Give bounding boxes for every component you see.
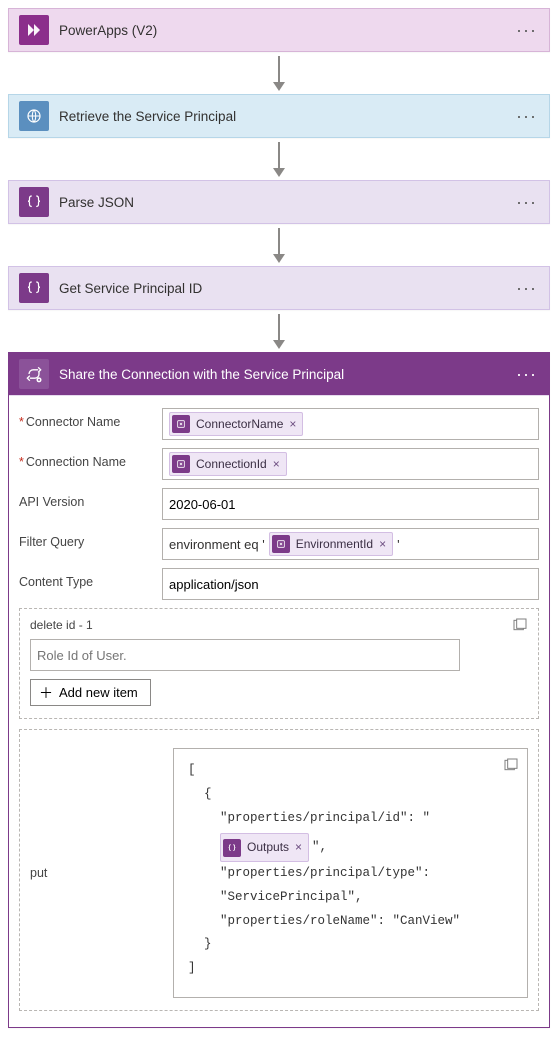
label-content-type: Content Type bbox=[19, 568, 154, 589]
input-put-body[interactable]: [ { "properties/principal/id": " Outputs… bbox=[173, 748, 528, 998]
token-connector-name[interactable]: ConnectorName × bbox=[169, 412, 303, 436]
variable-icon bbox=[272, 535, 290, 553]
token-environment-id[interactable]: EnvironmentId × bbox=[269, 532, 393, 556]
filter-query-suffix: ' bbox=[397, 537, 399, 552]
add-new-item-label: Add new item bbox=[59, 685, 138, 700]
globe-icon bbox=[19, 101, 49, 131]
label-filter-query: Filter Query bbox=[19, 528, 154, 549]
code-line: } bbox=[188, 933, 517, 957]
input-api-version[interactable] bbox=[162, 488, 539, 520]
put-section: put [ { "properties/principal/id": " Out… bbox=[19, 729, 539, 1011]
filter-query-prefix: environment eq ' bbox=[169, 537, 265, 552]
token-remove-button[interactable]: × bbox=[379, 537, 386, 551]
step-menu-button[interactable]: ··· bbox=[514, 361, 539, 387]
variable-icon bbox=[172, 455, 190, 473]
code-line: "properties/roleName": "CanView" bbox=[188, 910, 517, 934]
step-title: Get Service Principal ID bbox=[59, 281, 504, 296]
add-new-item-button[interactable]: ＋ Add new item bbox=[30, 679, 151, 706]
token-remove-button[interactable]: × bbox=[289, 417, 296, 431]
code-line: "properties/principal/type": "ServicePri… bbox=[188, 862, 517, 910]
step-menu-button[interactable]: ··· bbox=[514, 103, 539, 129]
delete-id-heading: delete id - 1 bbox=[30, 618, 93, 632]
input-role-id[interactable] bbox=[30, 639, 460, 671]
step-title: Parse JSON bbox=[59, 195, 504, 210]
step-menu-button[interactable]: ··· bbox=[514, 189, 539, 215]
step-get-principal-id[interactable]: Get Service Principal ID ··· bbox=[8, 266, 550, 310]
label-api-version: API Version bbox=[19, 488, 154, 509]
step-share-connection-header[interactable]: Share the Connection with the Service Pr… bbox=[9, 353, 549, 395]
step-title: Retrieve the Service Principal bbox=[59, 109, 504, 124]
token-outputs[interactable]: Outputs × bbox=[220, 833, 309, 862]
step-powerapps[interactable]: PowerApps (V2) ··· bbox=[8, 8, 550, 52]
input-filter-query[interactable]: environment eq ' EnvironmentId × ' bbox=[162, 528, 539, 560]
code-line: { bbox=[188, 783, 517, 807]
step-title: Share the Connection with the Service Pr… bbox=[59, 367, 504, 382]
braces-icon bbox=[223, 839, 241, 857]
input-connector-name[interactable]: ConnectorName × bbox=[162, 408, 539, 440]
code-line: ] bbox=[188, 957, 517, 981]
step-title: PowerApps (V2) bbox=[59, 23, 504, 38]
flow-arrow bbox=[8, 310, 550, 352]
token-label: Outputs bbox=[247, 836, 289, 859]
token-label: EnvironmentId bbox=[296, 537, 373, 551]
switch-array-icon[interactable] bbox=[503, 757, 519, 773]
label-connection-name: *Connection Name bbox=[19, 448, 154, 469]
switch-array-icon[interactable] bbox=[512, 617, 528, 633]
code-line: "properties/principal/id": " Outputs × "… bbox=[188, 807, 517, 863]
token-remove-button[interactable]: × bbox=[295, 836, 302, 859]
token-label: ConnectorName bbox=[196, 417, 283, 431]
braces-icon bbox=[19, 273, 49, 303]
flow-arrow bbox=[8, 52, 550, 94]
label-put: put bbox=[30, 748, 165, 998]
step-menu-button[interactable]: ··· bbox=[514, 17, 539, 43]
input-connection-name[interactable]: ConnectionId × bbox=[162, 448, 539, 480]
flow-arrow bbox=[8, 138, 550, 180]
step-parse-json[interactable]: Parse JSON ··· bbox=[8, 180, 550, 224]
braces-icon bbox=[19, 187, 49, 217]
step-menu-button[interactable]: ··· bbox=[514, 275, 539, 301]
token-label: ConnectionId bbox=[196, 457, 267, 471]
token-remove-button[interactable]: × bbox=[273, 457, 280, 471]
variable-icon bbox=[172, 415, 190, 433]
input-content-type[interactable] bbox=[162, 568, 539, 600]
step-share-connection: Share the Connection with the Service Pr… bbox=[8, 352, 550, 1028]
code-line: [ bbox=[188, 759, 517, 783]
connector-icon bbox=[19, 359, 49, 389]
step-retrieve-principal[interactable]: Retrieve the Service Principal ··· bbox=[8, 94, 550, 138]
powerapps-icon bbox=[19, 15, 49, 45]
label-connector-name: *Connector Name bbox=[19, 408, 154, 429]
plus-icon: ＋ bbox=[39, 686, 53, 700]
delete-id-section: delete id - 1 ＋ Add new item bbox=[19, 608, 539, 719]
token-connection-id[interactable]: ConnectionId × bbox=[169, 452, 287, 476]
flow-arrow bbox=[8, 224, 550, 266]
